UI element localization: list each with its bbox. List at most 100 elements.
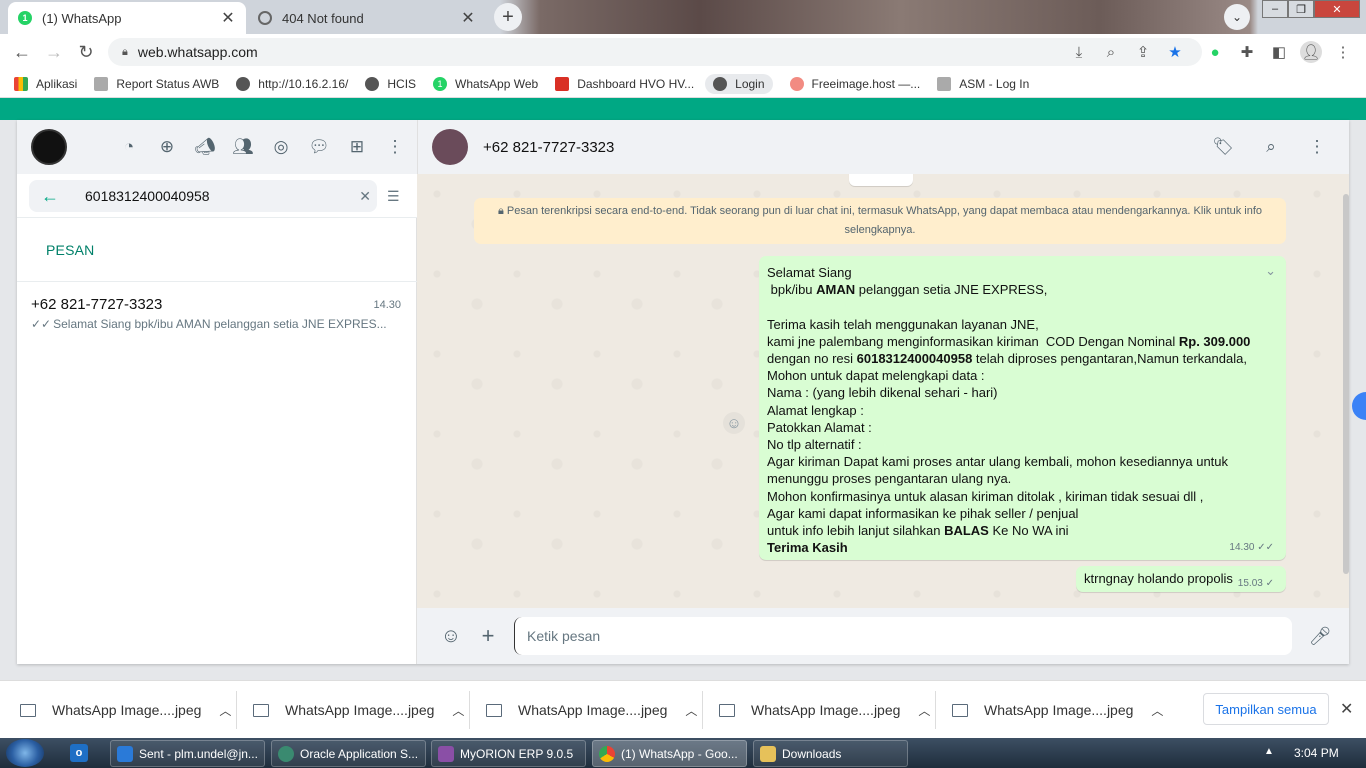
- taskbar-item[interactable]: Downloads: [753, 740, 908, 767]
- label-icon[interactable]: 🏷︎: [1211, 135, 1235, 159]
- bookmark-report-status[interactable]: Report Status AWB: [94, 76, 219, 91]
- lock-icon: 🔒︎: [122, 45, 128, 58]
- menu-icon[interactable]: ⋮: [383, 135, 407, 159]
- download-item[interactable]: WhatsApp Image....jpeg ︿: [253, 681, 464, 739]
- contact-avatar[interactable]: [432, 129, 468, 165]
- search-icon[interactable]: ⌕: [1259, 135, 1283, 159]
- whatsapp-extension-icon[interactable]: ●: [1204, 41, 1226, 63]
- message-outgoing[interactable]: ktrngnay holando propolis 15.03 ✓: [1076, 566, 1286, 592]
- filter-icon[interactable]: ☰: [387, 188, 400, 205]
- oracle-app-icon: [278, 745, 294, 762]
- bookmark-star-icon[interactable]: ★: [1164, 41, 1186, 63]
- zoom-icon[interactable]: ⌕: [1100, 41, 1122, 63]
- download-item[interactable]: WhatsApp Image....jpeg ︿: [486, 681, 697, 739]
- image-file-icon: [719, 703, 735, 717]
- close-downloads-icon[interactable]: ✕: [1340, 699, 1353, 719]
- message-menu-chevron-icon[interactable]: ⌄: [1265, 262, 1276, 279]
- back-arrow-icon[interactable]: ←: [41, 186, 59, 207]
- whatsapp-app: ◔ ⊕ 📣︎ 👥︎ ◎ 💬︎ ⊞ ⋮ ← 6018312400040958 ✕ …: [17, 120, 1349, 664]
- tab-404[interactable]: 404 Not found ✕: [248, 2, 486, 34]
- close-tab-icon[interactable]: ✕: [220, 8, 236, 28]
- taskbar-label: Oracle Application S...: [300, 746, 419, 761]
- broadcast-icon[interactable]: 📣︎: [193, 135, 217, 159]
- install-icon[interactable]: ⤓: [1068, 41, 1090, 63]
- taskbar-item[interactable]: MyORION ERP 9.0.5: [431, 740, 586, 767]
- add-box-icon[interactable]: ⊞: [345, 135, 369, 159]
- search-input[interactable]: ← 6018312400040958 ✕: [29, 180, 377, 212]
- erp-app-icon: [438, 745, 454, 762]
- taskbar-item[interactable]: Oracle Application S...: [271, 740, 426, 767]
- browser-menu-icon[interactable]: ⋮: [1332, 41, 1354, 63]
- chevron-up-icon[interactable]: ︿: [918, 702, 930, 719]
- new-contact-icon[interactable]: ⊕: [155, 135, 179, 159]
- extensions-icon[interactable]: ✚: [1236, 41, 1258, 63]
- communities-icon[interactable]: 👥︎: [231, 135, 255, 159]
- clock[interactable]: 3:04 PM: [1294, 746, 1339, 760]
- react-emoji-icon[interactable]: ☺: [723, 412, 745, 434]
- message-input[interactable]: Ketik pesan: [514, 617, 1292, 655]
- bookmarks-bar: Aplikasi Report Status AWB http://10.16.…: [0, 70, 1366, 98]
- divider: [702, 691, 703, 729]
- attach-plus-icon[interactable]: +: [476, 623, 500, 648]
- start-button[interactable]: [6, 739, 44, 767]
- channels-icon[interactable]: ◎: [269, 135, 293, 159]
- close-window-button[interactable]: ✕: [1314, 0, 1360, 18]
- download-item[interactable]: WhatsApp Image....jpeg ︿: [952, 681, 1163, 739]
- share-icon[interactable]: ⇪: [1132, 41, 1154, 63]
- status-icon[interactable]: ◔: [117, 135, 141, 159]
- new-chat-icon[interactable]: 💬︎: [307, 135, 331, 159]
- date-chip: [849, 174, 913, 186]
- reload-icon[interactable]: ↻: [74, 40, 98, 64]
- download-item[interactable]: WhatsApp Image....jpeg ︿: [20, 681, 231, 739]
- chevron-up-icon[interactable]: ︿: [452, 702, 464, 719]
- menu-icon[interactable]: ⋮: [1305, 135, 1329, 159]
- chevron-up-icon[interactable]: ︿: [685, 702, 697, 719]
- message-outgoing[interactable]: ⌄ Selamat Siang bpk/ibu AMAN pelanggan s…: [759, 256, 1286, 560]
- profile-avatar-icon[interactable]: 👤︎: [1300, 41, 1322, 63]
- list-item[interactable]: +62 821-7727-3323 14.30 ✓✓ Selamat Siang…: [17, 282, 417, 338]
- maximize-button[interactable]: ❐: [1288, 0, 1314, 18]
- browser-toolbar: ← → ↻ 🔒︎ web.whatsapp.com ⤓ ⌕ ⇪ ★ ● ✚ ◧ …: [0, 34, 1366, 70]
- image-file-icon: [20, 703, 36, 717]
- bookmark-dashboard-hvo[interactable]: Dashboard HVO HV...: [555, 76, 695, 91]
- download-item[interactable]: WhatsApp Image....jpeg ︿: [719, 681, 930, 739]
- chevron-up-icon[interactable]: ︿: [1151, 702, 1163, 719]
- minimize-button[interactable]: –: [1262, 0, 1288, 18]
- bookmark-label: Dashboard HVO HV...: [577, 76, 695, 91]
- bookmark-whatsapp-web[interactable]: 1 WhatsApp Web: [433, 76, 538, 91]
- taskbar-label: (1) WhatsApp - Goo...: [621, 746, 738, 761]
- url-text: web.whatsapp.com: [137, 44, 258, 60]
- taskbar-item-active[interactable]: (1) WhatsApp - Goo...: [592, 740, 747, 767]
- bookmark-apps[interactable]: Aplikasi: [14, 76, 77, 91]
- avatar[interactable]: [31, 129, 67, 165]
- bookmark-label: Login: [735, 76, 765, 91]
- taskbar-item[interactable]: Sent - plm.undel@jn...: [110, 740, 265, 767]
- forward-icon[interactable]: →: [42, 40, 66, 64]
- tab-search-chevron-icon[interactable]: ⌄: [1224, 4, 1250, 30]
- emoji-icon[interactable]: ☺: [439, 624, 463, 648]
- clear-search-icon[interactable]: ✕: [359, 188, 371, 205]
- close-tab-icon[interactable]: ✕: [460, 8, 476, 28]
- show-all-downloads-button[interactable]: Tampilkan semua: [1203, 693, 1329, 725]
- back-icon[interactable]: ←: [10, 40, 34, 64]
- microphone-icon[interactable]: 🎤︎: [1308, 624, 1332, 648]
- bookmark-ip[interactable]: http://10.16.2.16/: [236, 76, 348, 91]
- bookmark-asm[interactable]: ASM - Log In: [937, 76, 1029, 91]
- bookmark-login[interactable]: Login: [705, 73, 773, 94]
- bookmark-freeimage[interactable]: Freeimage.host —...: [789, 76, 920, 91]
- tab-whatsapp[interactable]: 1 (1) WhatsApp ✕: [8, 2, 246, 34]
- page-icon: [937, 76, 952, 91]
- contact-name[interactable]: +62 821-7727-3323: [483, 139, 1211, 156]
- freeimage-icon: [789, 76, 804, 91]
- encryption-notice[interactable]: 🔒︎ Pesan terenkripsi secara end-to-end. …: [474, 198, 1286, 244]
- chevron-up-icon[interactable]: ︿: [219, 702, 231, 719]
- show-hidden-icons-icon[interactable]: ▲: [1264, 746, 1274, 757]
- bookmark-hcis[interactable]: HCIS: [365, 76, 416, 91]
- address-bar[interactable]: 🔒︎ web.whatsapp.com: [108, 38, 1202, 66]
- scrollbar[interactable]: [1343, 194, 1349, 574]
- outlook-pinned-icon[interactable]: o: [70, 744, 88, 762]
- browser-tab-strip: 1 (1) WhatsApp ✕ 404 Not found ✕ + ⌄ – ❐…: [0, 0, 1366, 34]
- message-line: Terima Kasih: [767, 540, 848, 556]
- side-panel-icon[interactable]: ◧: [1268, 41, 1290, 63]
- new-tab-button[interactable]: +: [494, 3, 522, 31]
